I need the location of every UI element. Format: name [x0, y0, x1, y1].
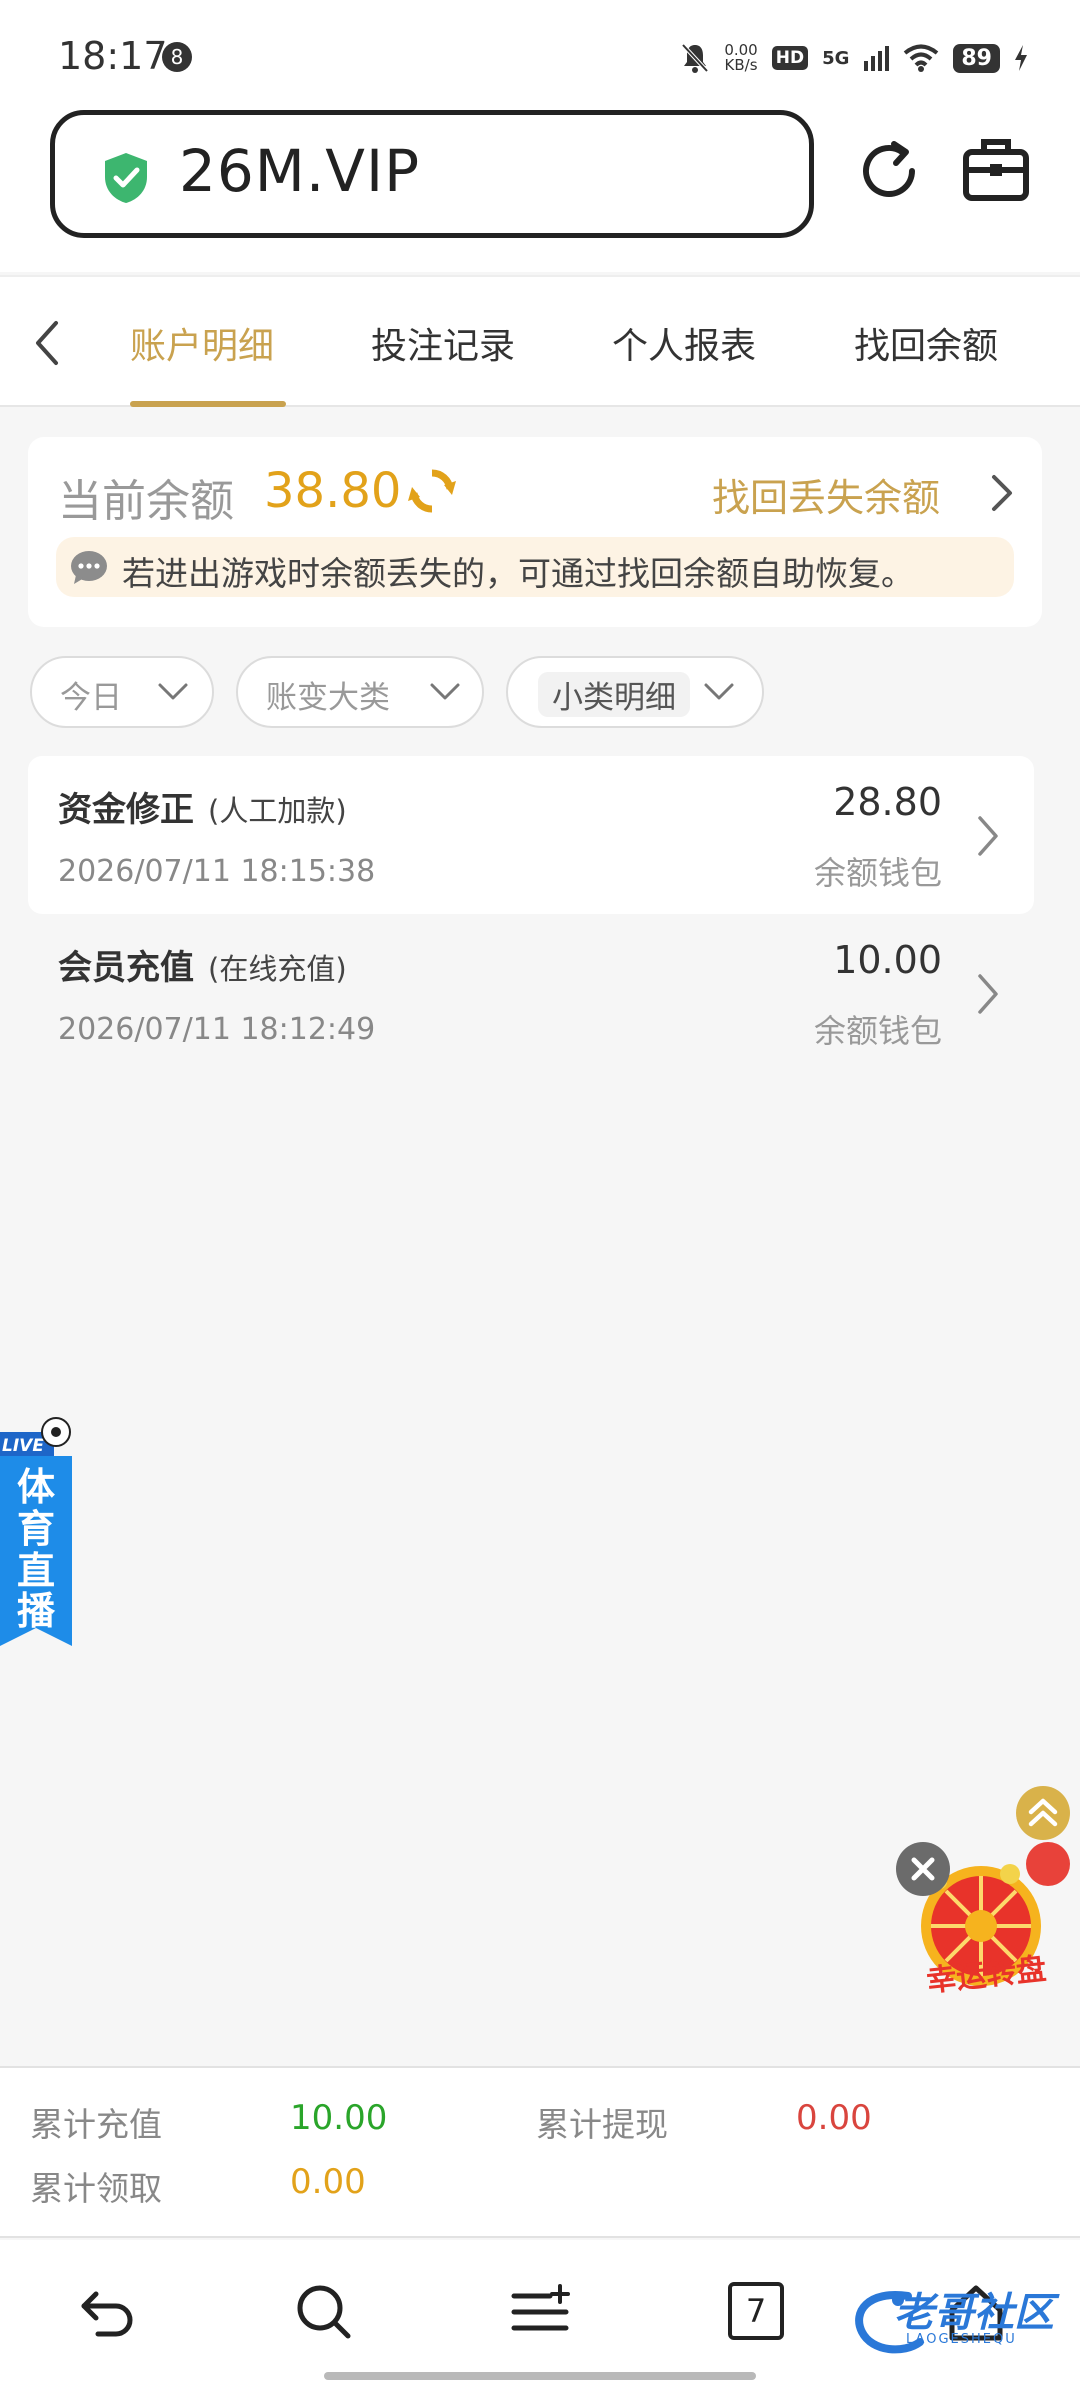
charging-icon — [1015, 45, 1027, 71]
transaction-wallet: 余额钱包 — [813, 1012, 942, 1050]
transaction-subtitle: (人工加款) — [208, 794, 347, 828]
home-indicator — [324, 2372, 756, 2380]
balance-label: 当前余额 — [58, 476, 234, 527]
transaction-row[interactable]: 资金修正 (人工加款) 2026/07/11 18:15:38 28.80 余额钱… — [28, 756, 1034, 914]
filter-label: 今日 — [60, 680, 122, 716]
filter-date[interactable]: 今日 — [30, 656, 214, 728]
chevron-right-icon — [978, 974, 998, 1014]
signal-5g-icon: 5G — [822, 47, 850, 69]
transaction-title: 会员充值 (在线充值) — [58, 948, 347, 988]
tab-account-details[interactable]: 账户明细 — [130, 317, 274, 369]
watermark-text: 老哥社区 — [894, 2290, 1054, 2336]
total-withdraw-value: 0.00 — [796, 2098, 872, 2138]
tab-personal-report[interactable]: 个人报表 — [612, 317, 756, 369]
menu-icon[interactable] — [508, 2280, 572, 2344]
secure-shield-icon — [105, 153, 147, 203]
double-chevron-up-icon — [1028, 1798, 1058, 1827]
hd-icon: HD — [771, 46, 809, 70]
filter-label: 账变大类 — [266, 680, 390, 716]
transaction-time: 2026/07/11 18:15:38 — [58, 854, 376, 889]
status-time: 18:17 — [58, 34, 168, 78]
chevron-down-icon — [430, 683, 460, 700]
account-tabs: 账户明细 投注记录 个人报表 找回余额 — [0, 275, 1080, 407]
wifi-icon — [904, 44, 939, 72]
notification-count-badge: 8 — [162, 42, 192, 72]
url-text: 26M.VIP — [179, 137, 421, 205]
tab-bet-records[interactable]: 投注记录 — [371, 317, 515, 369]
transaction-title: 资金修正 (人工加款) — [58, 790, 347, 830]
status-icons: 0.00 KB/s HD 5G 89 — [680, 38, 1028, 78]
chevron-right-icon — [978, 816, 998, 856]
svg-text:育: 育 — [17, 1507, 55, 1551]
svg-text:直: 直 — [17, 1549, 55, 1593]
tabs-count-button[interactable]: 7 — [728, 2282, 784, 2340]
scroll-to-top-button[interactable] — [1016, 1786, 1070, 1840]
chevron-right-icon[interactable] — [986, 473, 1016, 513]
close-icon — [911, 1857, 935, 1881]
total-recharge-label: 累计充值 — [30, 2105, 162, 2144]
mute-bell-icon — [681, 43, 709, 73]
transaction-amount: 28.80 — [833, 780, 942, 824]
back-arrow-icon[interactable] — [76, 2280, 140, 2344]
total-recharge-value: 10.00 — [290, 2098, 388, 2138]
close-floating-button[interactable] — [896, 1842, 950, 1896]
filter-label: 小类明细 — [538, 672, 690, 717]
transaction-time: 2026/07/11 18:12:49 — [58, 1012, 376, 1047]
status-bar: 18:17 8 0.00 KB/s HD 5G 89 — [0, 0, 1080, 110]
network-speed: 0.00 KB/s — [724, 41, 758, 74]
total-claimed-value: 0.00 — [290, 2162, 366, 2202]
active-tab-indicator — [130, 401, 286, 407]
transaction-wallet: 余额钱包 — [813, 854, 942, 892]
toolbox-icon[interactable] — [960, 134, 1032, 206]
chevron-down-icon — [158, 683, 188, 700]
browser-toolbar: 26M.VIP — [0, 110, 1080, 272]
browser-bottom-nav: 7 老哥社区 LAOGESHEQU — [0, 2240, 1080, 2388]
live-badge-text: LIVE — [2, 1436, 44, 1456]
notice-text: 若进出游戏时余额丢失的，可通过找回余额自助恢复。 — [122, 554, 914, 593]
svg-text:体: 体 — [17, 1465, 55, 1509]
notification-dot — [1026, 1842, 1070, 1886]
transaction-row[interactable]: 会员充值 (在线充值) 2026/07/11 18:12:49 10.00 余额钱… — [28, 914, 1034, 1072]
total-claimed-label: 累计领取 — [30, 2169, 162, 2208]
chat-bubble-icon — [71, 551, 107, 584]
search-icon[interactable] — [292, 2280, 356, 2344]
chevron-down-icon — [704, 683, 734, 700]
recover-lost-balance-link[interactable]: 找回丢失余额 — [712, 467, 940, 522]
back-chevron-icon[interactable] — [24, 315, 70, 371]
balance-card: 当前余额 38.80 找回丢失余额 若进出游戏时余额丢失的，可通过找回余额自助恢… — [28, 437, 1042, 627]
refresh-balance-icon[interactable] — [408, 467, 456, 515]
battery-icon: 89 — [953, 43, 1000, 73]
transaction-amount: 10.00 — [833, 938, 942, 982]
live-sports-banner[interactable]: LIVE 体 育 直 播 — [0, 1414, 76, 1646]
reload-icon[interactable] — [854, 136, 924, 206]
watermark-subtext: LAOGESHEQU — [906, 2332, 1017, 2347]
balance-value: 38.80 — [264, 463, 402, 519]
filter-category[interactable]: 账变大类 — [236, 656, 484, 728]
balance-notice: 若进出游戏时余额丢失的，可通过找回余额自助恢复。 — [56, 537, 1014, 597]
transaction-subtitle: (在线充值) — [208, 952, 347, 986]
address-bar[interactable]: 26M.VIP — [50, 110, 814, 238]
totals-summary: 累计充值 10.00 累计提现 0.00 累计领取 0.00 — [0, 2066, 1080, 2238]
total-withdraw-label: 累计提现 — [536, 2105, 668, 2144]
signal-bars-icon — [864, 46, 890, 71]
tab-recover-balance[interactable]: 找回余额 — [854, 317, 998, 369]
svg-text:播: 播 — [17, 1589, 56, 1633]
filter-subcategory[interactable]: 小类明细 — [506, 656, 764, 728]
